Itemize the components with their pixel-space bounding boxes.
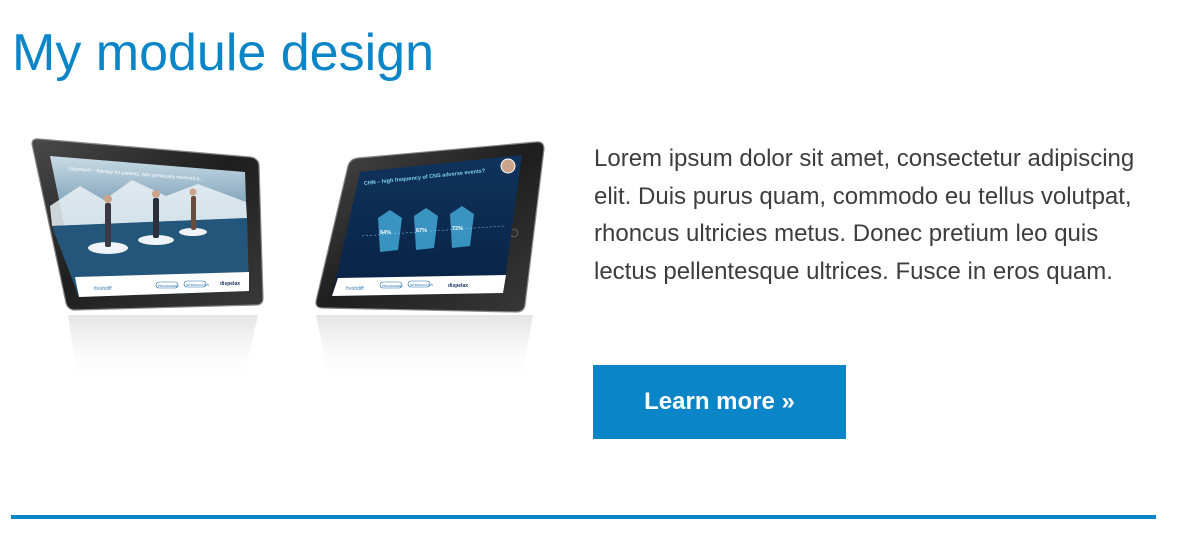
right-tablet-stat-2: 67%	[416, 228, 427, 234]
page-title: My module design	[12, 24, 434, 82]
module-body-text: Lorem ipsum dolor sit amet, consectetur …	[594, 145, 1135, 285]
left-tablet-logo: dispelax	[220, 281, 240, 287]
right-tablet-logo: dispelax	[448, 283, 468, 289]
right-tablet: CHN – high frequency of CNS adverse even…	[315, 141, 545, 313]
left-tablet-nav-2: INTRODUCTION	[186, 283, 209, 287]
left-tablet-footer-brand: freshdiff	[94, 286, 112, 292]
right-tablet-stat-1: 64%	[380, 230, 391, 236]
left-tablet: Dispelax® – therapy for patients, who pr…	[31, 138, 264, 311]
right-tablet-footer-brand: freshdiff	[346, 286, 364, 292]
right-tablet-nav-2: INTRODUCTION	[410, 283, 433, 287]
learn-more-button[interactable]: Learn more »	[593, 365, 846, 439]
tablet-reflections	[68, 315, 533, 385]
right-tablet-nav-1: PROGRAMME	[382, 284, 402, 288]
left-tablet-nav-1: PROGRAMME	[158, 284, 178, 288]
bottom-divider	[11, 515, 1156, 519]
tablet-showcase-image: Dispelax® – therapy for patients, who pr…	[31, 138, 545, 385]
right-tablet-stat-3: 72%	[452, 226, 463, 232]
